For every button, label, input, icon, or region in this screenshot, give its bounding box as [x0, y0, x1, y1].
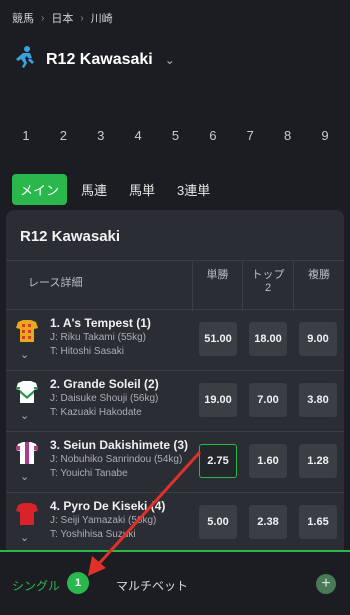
market-tabs: メイン 馬連 馬単 3連単 [12, 174, 218, 205]
race-title: R12 Kawasaki [46, 50, 153, 68]
betslip-count-badge: 1 [67, 572, 89, 594]
odds-place-button[interactable]: 1.65 [299, 505, 337, 539]
header-race-detail: レース詳細 [28, 277, 83, 289]
odds-win-button[interactable]: 5.00 [199, 505, 237, 539]
runner-row: ⌄ 4. Pyro De Kiseki (4) J: Seiji Yamazak… [6, 493, 344, 550]
horse-jockey-icon [12, 44, 38, 75]
breadcrumb-separator: › [41, 12, 45, 24]
header-place: 複勝 [293, 261, 344, 311]
breadcrumb-item[interactable]: 日本 [51, 10, 73, 26]
race-number-tab[interactable]: 3 [95, 128, 107, 143]
runner-trainer: T: Kazuaki Hakodate [50, 407, 142, 418]
race-number-tab[interactable]: 4 [132, 128, 144, 143]
odds-top2-button[interactable]: 2.38 [249, 505, 287, 539]
betslip-multi-tab[interactable]: マルチベット [116, 577, 188, 594]
race-number-tabs: 1 2 3 4 5 6 7 8 9 [0, 128, 350, 143]
race-number-tab[interactable]: 2 [57, 128, 69, 143]
race-number-tab[interactable]: 7 [244, 128, 256, 143]
odds-top2-button[interactable]: 7.00 [249, 383, 287, 417]
breadcrumb-item[interactable]: 競馬 [12, 10, 34, 26]
betslip-single-tab[interactable]: シングル [12, 577, 60, 594]
tab-quinella[interactable]: 馬連 [73, 174, 115, 205]
tab-exacta[interactable]: 馬単 [121, 174, 163, 205]
race-card: R12 Kawasaki レース詳細 単勝 トップ 2 複勝 ⌄ 1. A's T… [6, 210, 344, 550]
jockey-silk-icon [14, 318, 40, 344]
runner-row: ⌄ 2. Grande Soleil (2) J: Daisuke Shouji… [6, 371, 344, 432]
chevron-down-icon[interactable]: ⌄ [20, 531, 29, 544]
odds-top2-button[interactable]: 1.60 [249, 444, 287, 478]
runner-jockey: J: Seiji Yamazaki (56kg) [50, 515, 157, 526]
odds-place-button[interactable]: 3.80 [299, 383, 337, 417]
header-win: 単勝 [192, 261, 242, 311]
chevron-down-icon[interactable]: ⌄ [20, 470, 29, 483]
card-title: R12 Kawasaki [20, 228, 121, 245]
tab-trifecta[interactable]: 3連単 [169, 174, 218, 205]
race-number-tab[interactable]: 1 [20, 128, 32, 143]
odds-win-button[interactable]: 51.00 [199, 322, 237, 356]
odds-win-button-selected[interactable]: 2.75 [199, 444, 237, 478]
runner-trainer: T: Hitoshi Sasaki [50, 346, 124, 357]
runner-trainer: T: Yoshihisa Suzuki [50, 529, 136, 540]
runner-jockey: J: Nobuhiko Sanrindou (54kg) [50, 454, 183, 465]
race-selector[interactable]: R12 Kawasaki ⌄ [12, 44, 175, 75]
odds-place-button[interactable]: 9.00 [299, 322, 337, 356]
runner-name: 4. Pyro De Kiseki (4) [50, 499, 166, 513]
race-number-tab[interactable]: 6 [207, 128, 219, 143]
race-number-tab[interactable]: 5 [170, 128, 182, 143]
runner-trainer: T: Youichi Tanabe [50, 468, 128, 479]
runner-name: 2. Grande Soleil (2) [50, 377, 159, 391]
header-top2-line2: 2 [264, 282, 272, 294]
runner-jockey: J: Riku Takami (55kg) [50, 332, 146, 343]
chevron-down-icon[interactable]: ⌄ [20, 409, 29, 422]
plus-icon[interactable]: + [316, 574, 336, 594]
jockey-silk-icon [14, 440, 40, 466]
runner-name: 1. A's Tempest (1) [50, 316, 151, 330]
breadcrumb: 競馬 › 日本 › 川崎 [12, 10, 113, 26]
breadcrumb-item[interactable]: 川崎 [91, 10, 113, 26]
runner-name: 3. Seiun Dakishimete (3) [50, 438, 189, 452]
breadcrumb-separator: › [80, 12, 84, 24]
header-top2-line1: トップ [251, 269, 285, 281]
odds-place-button[interactable]: 1.28 [299, 444, 337, 478]
odds-win-button[interactable]: 19.00 [199, 383, 237, 417]
runner-jockey: J: Daisuke Shouji (56kg) [50, 393, 159, 404]
betslip-bar[interactable]: シングル 1 マルチベット + [0, 550, 350, 615]
runner-row: ⌄ 3. Seiun Dakishimete (3) J: Nobuhiko S… [6, 432, 344, 493]
chevron-down-icon[interactable]: ⌄ [20, 348, 29, 361]
table-header: レース詳細 単勝 トップ 2 複勝 [6, 260, 344, 311]
odds-top2-button[interactable]: 18.00 [249, 322, 287, 356]
jockey-silk-icon [14, 501, 40, 527]
chevron-down-icon[interactable]: ⌄ [165, 53, 175, 67]
race-number-tab[interactable]: 8 [282, 128, 294, 143]
runner-row: ⌄ 1. A's Tempest (1) J: Riku Takami (55k… [6, 310, 344, 371]
tab-main[interactable]: メイン [12, 174, 68, 205]
race-number-tab[interactable]: 9 [319, 128, 331, 143]
header-top2: トップ 2 [242, 261, 293, 311]
jockey-silk-icon [14, 379, 40, 405]
